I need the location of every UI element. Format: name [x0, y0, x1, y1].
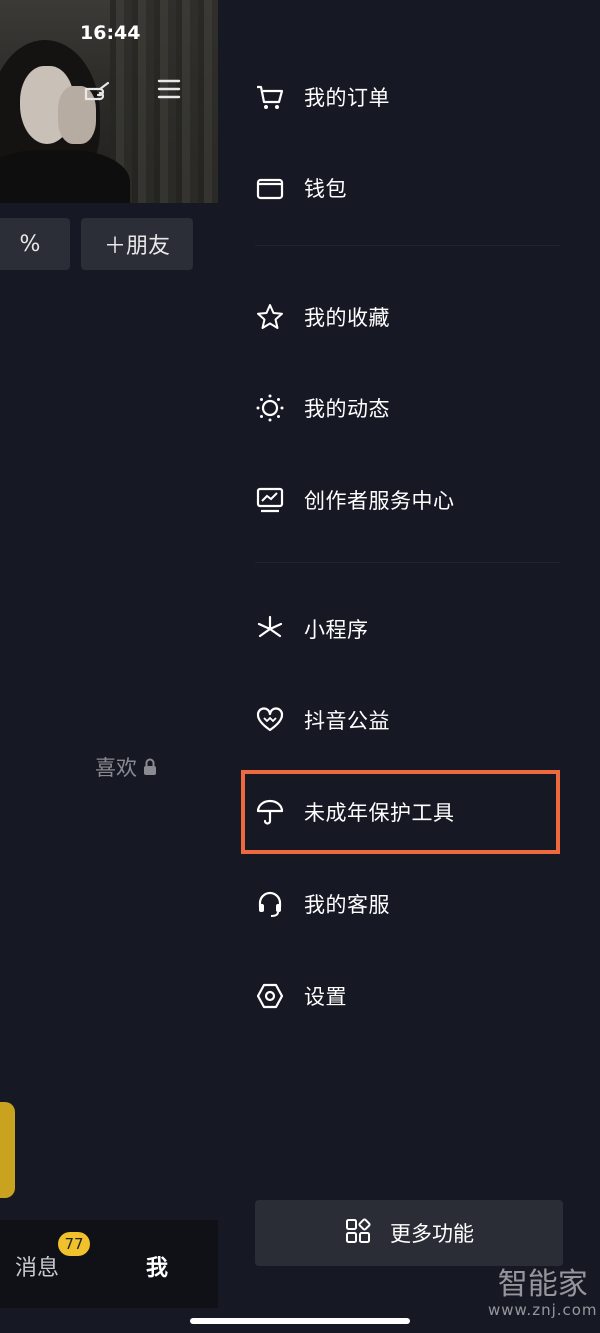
menu-item-charity[interactable]: 抖音公益 [255, 692, 555, 748]
menu-item-mini-programs[interactable]: 小程序 [255, 601, 555, 657]
headset-icon [255, 889, 285, 919]
menu-item-creator-center[interactable]: 创作者服务中心 [255, 472, 555, 528]
home-indicator[interactable] [190, 1318, 410, 1324]
menu-divider [255, 562, 560, 563]
menu-item-customer-service[interactable]: 我的客服 [255, 876, 555, 932]
menu-icon[interactable] [157, 78, 181, 105]
add-friend-button[interactable]: ＋朋友 [81, 218, 193, 270]
lock-icon [144, 758, 156, 775]
likes-tab[interactable]: 喜欢 [95, 752, 157, 782]
watermark-logo: 智能家 www.znj.com [488, 1267, 598, 1319]
wallet-icon [255, 173, 285, 203]
star-icon [255, 302, 285, 332]
menu-item-activity[interactable]: 我的动态 [255, 380, 555, 436]
charity-heart-icon [255, 705, 285, 735]
menu-item-favorites[interactable]: 我的收藏 [255, 289, 555, 345]
sun-icon [255, 393, 285, 423]
hand-pointer-icon[interactable] [82, 75, 112, 110]
settings-hexagon-icon [255, 981, 285, 1011]
nav-me[interactable]: 我 [146, 1250, 168, 1282]
highlight-box [241, 770, 560, 854]
creator-chart-icon [255, 485, 285, 515]
messages-badge: 77 [58, 1232, 90, 1256]
more-features-button[interactable]: 更多功能 [255, 1200, 563, 1266]
menu-item-orders[interactable]: 我的订单 [255, 69, 555, 125]
status-time: 16:44 [80, 22, 141, 44]
menu-item-settings[interactable]: 设置 [255, 968, 555, 1024]
mini-program-icon [255, 614, 285, 644]
menu-item-wallet[interactable]: 钱包 [255, 160, 555, 216]
grid-apps-icon [344, 1217, 372, 1249]
floating-yellow-tab[interactable] [0, 1102, 15, 1198]
shopping-cart-icon [255, 82, 285, 112]
nav-messages[interactable]: 消息 [15, 1250, 59, 1282]
background-profile-page: % ＋朋友 喜欢 消息 77 我 [0, 0, 218, 1333]
menu-divider [255, 245, 560, 246]
stats-chip[interactable]: % [0, 218, 70, 270]
